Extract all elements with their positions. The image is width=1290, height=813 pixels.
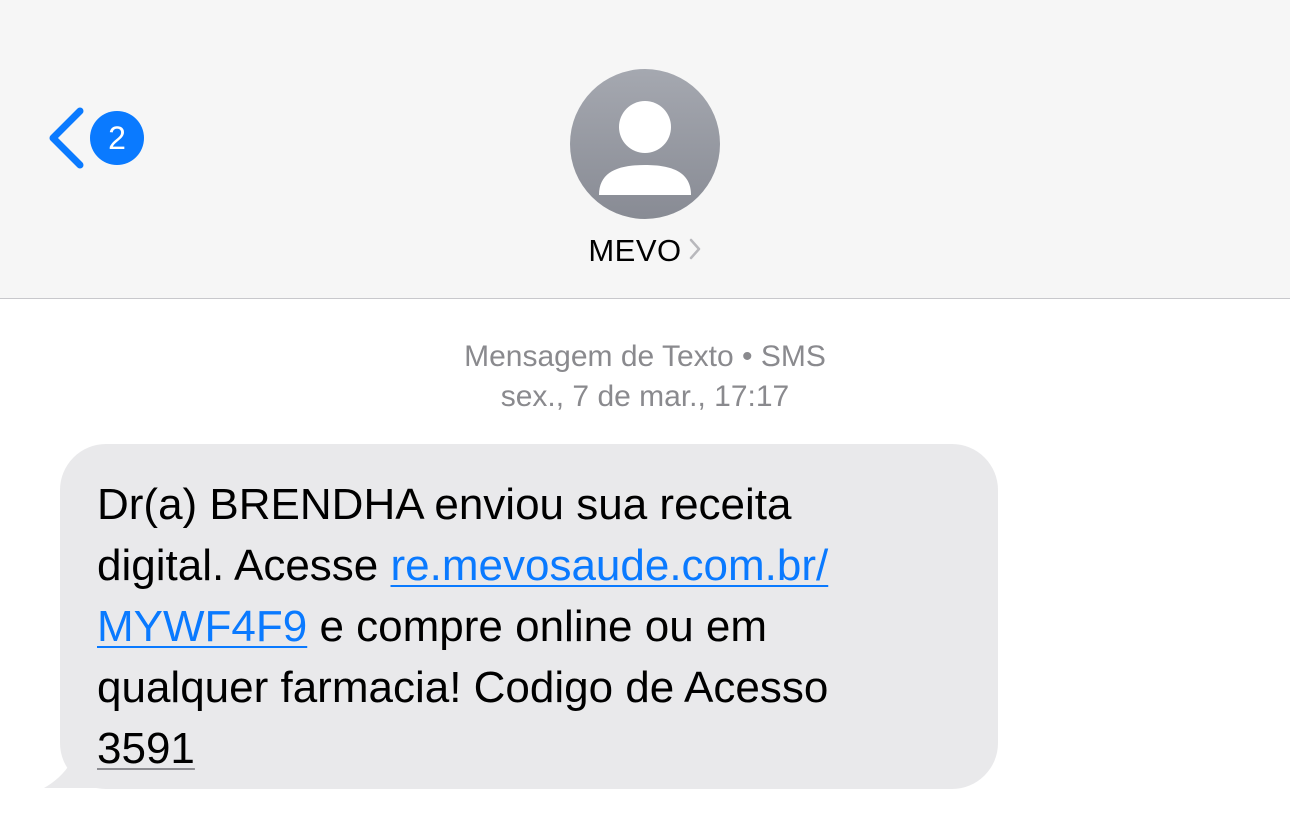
message-line: MYWF4F9 e compre online ou em — [97, 596, 958, 657]
message-line: Dr(a) BRENDHA enviou sua receita — [97, 474, 958, 535]
message-bubble[interactable]: Dr(a) BRENDHA enviou sua receita digital… — [60, 444, 998, 789]
chevron-left-icon — [44, 105, 86, 171]
message-link-part1[interactable]: re.mevosaude.com.br/ — [391, 541, 829, 590]
message-text: Dr(a) BRENDHA enviou sua receita — [97, 480, 792, 529]
message-text: digital. Acesse — [97, 541, 391, 590]
message-text: qualquer farmacia! Codigo de Acesso — [97, 663, 829, 712]
message-line: digital. Acesse re.mevosaude.com.br/ — [97, 535, 958, 596]
back-button[interactable]: 2 — [44, 102, 144, 174]
message-line: 3591 — [97, 718, 958, 779]
contact-name: MEVO — [588, 233, 682, 268]
message-timestamp: sex., 7 de mar., 17:17 — [500, 380, 790, 413]
access-code[interactable]: 3591 — [97, 724, 195, 773]
message-link-part2[interactable]: MYWF4F9 — [97, 602, 307, 651]
message-text: e compre online ou em — [307, 602, 768, 651]
message-line: qualquer farmacia! Codigo de Acesso — [97, 657, 958, 718]
unread-count-badge: 2 — [90, 111, 144, 165]
conversation-header: 2 MEVO — [0, 0, 1290, 299]
contact-avatar[interactable] — [570, 69, 720, 219]
chevron-right-icon — [688, 233, 702, 269]
contact-name-row[interactable]: MEVO — [0, 233, 1290, 269]
message-service-label: Mensagem de Texto • SMS — [464, 340, 826, 373]
person-silhouette-icon — [599, 101, 691, 195]
